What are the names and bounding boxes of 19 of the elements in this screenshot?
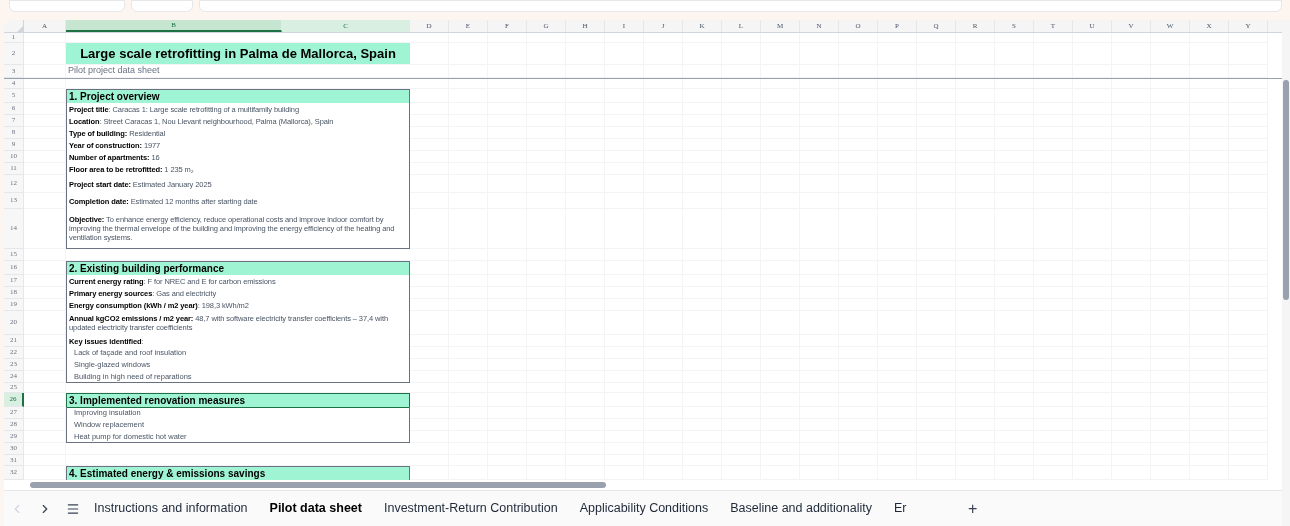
function-box[interactable]	[131, 0, 193, 12]
sheet-subtitle: Pilot project data sheet	[67, 65, 161, 77]
sheet-tab[interactable]: Pilot data sheet	[269, 499, 362, 518]
section-heading: 1. Project overview	[67, 90, 409, 103]
sheet-tab[interactable]: Er	[894, 499, 907, 518]
vertical-scrollbar[interactable]	[1283, 80, 1289, 300]
sheet-tab[interactable]: Instructions and information	[94, 499, 248, 518]
formula-bar[interactable]	[199, 0, 1282, 12]
section-heading: 4. Estimated energy & emissions savings	[67, 467, 409, 480]
add-sheet-button[interactable]: +	[968, 496, 978, 521]
sheet-title: Large scale retrofitting in Palma de Mallorca, Spain	[66, 43, 410, 64]
sheet-tab[interactable]: Applicability Conditions	[579, 499, 709, 518]
all-sheets-icon[interactable]	[66, 501, 80, 516]
section-heading: 3. Implemented renovation measures	[67, 394, 409, 407]
sheet-tab[interactable]: Investment-Return Contribution	[383, 499, 558, 518]
section-heading: 2. Existing building performance	[67, 262, 409, 275]
sheet-tab[interactable]: Baseline and additionality	[730, 499, 872, 518]
horizontal-scrollbar[interactable]	[30, 482, 606, 488]
name-box[interactable]	[9, 0, 125, 12]
